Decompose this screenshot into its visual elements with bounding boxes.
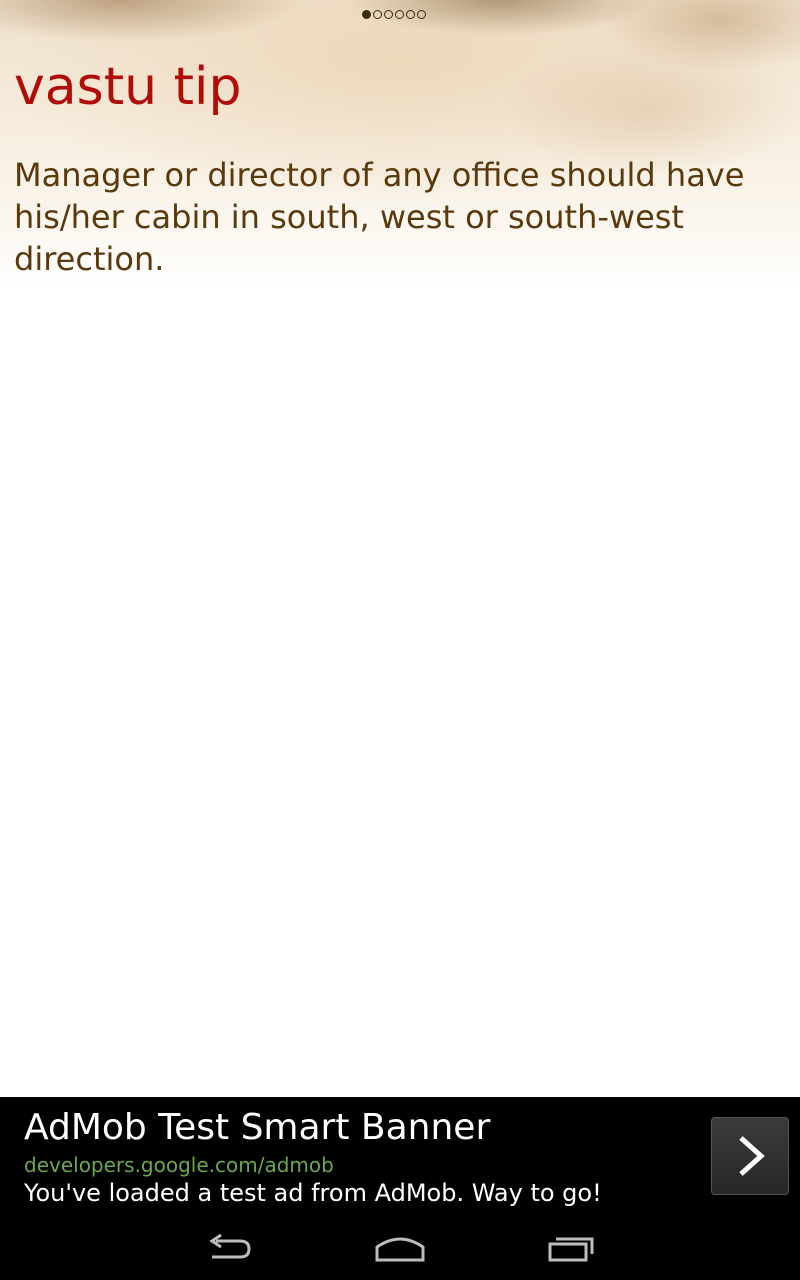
page-dot-2 (373, 10, 382, 19)
back-button[interactable] (180, 1215, 280, 1280)
page-dot-3 (384, 10, 393, 19)
ad-url[interactable]: developers.google.com/admob (24, 1152, 334, 1178)
tip-body: Manager or director of any office should… (14, 156, 745, 278)
recent-apps-button[interactable] (521, 1215, 621, 1280)
page-dot-6 (417, 10, 426, 19)
page-dot-4 (395, 10, 404, 19)
page-indicator (362, 10, 426, 19)
ad-description[interactable]: You've loaded a test ad from AdMob. Way … (24, 1177, 602, 1209)
chevron-right-icon (739, 1136, 765, 1176)
page-dot-1 (362, 10, 371, 19)
page-dot-5 (406, 10, 415, 19)
back-icon (209, 1233, 251, 1258)
ad-title[interactable]: AdMob Test Smart Banner (24, 1104, 490, 1152)
tip-title: vastu tip (14, 57, 242, 117)
home-button[interactable] (350, 1215, 450, 1280)
recent-apps-icon (548, 1237, 594, 1261)
home-icon (375, 1237, 425, 1261)
ad-open-button[interactable] (711, 1117, 789, 1195)
tip-screen[interactable]: vastu tip Manager or director of any off… (0, 0, 800, 1097)
